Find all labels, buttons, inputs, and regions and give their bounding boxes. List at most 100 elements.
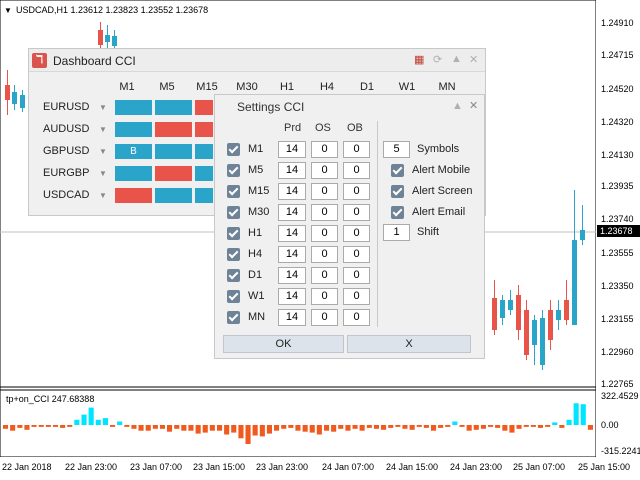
period-os-input[interactable]: 0 (311, 288, 338, 305)
symbol-label[interactable]: EURGBP (43, 167, 89, 179)
period-os-input[interactable]: 0 (311, 225, 338, 242)
signal-cell[interactable] (154, 143, 193, 160)
signal-cell[interactable] (154, 165, 193, 182)
period-ob-input[interactable]: 0 (343, 183, 370, 200)
cancel-button[interactable]: X (347, 335, 471, 353)
signal-cell[interactable] (154, 99, 193, 116)
header-ob: OB (347, 122, 363, 134)
period-prd-input[interactable]: 14 (278, 183, 306, 200)
candle-body (572, 240, 577, 325)
minimize-icon[interactable]: ▲ (451, 53, 462, 65)
cci-indicator-title: tp+on_CCI 247.68388 (6, 394, 95, 404)
cci-bar (302, 425, 308, 432)
cci-bar (209, 425, 215, 431)
period-ob-input[interactable]: 0 (343, 288, 370, 305)
cci-bar (452, 421, 458, 425)
chevron-down-icon[interactable]: ▼ (99, 125, 107, 134)
dashboard-header[interactable]: ℸ Dashboard CCI ▦ ⟳ ▲ ✕ (29, 49, 485, 72)
signal-cell[interactable] (194, 143, 214, 160)
time-tick-label: 25 Jan 15:00 (578, 462, 631, 472)
signal-cell[interactable] (194, 99, 214, 116)
period-ob-input[interactable]: 0 (343, 267, 370, 284)
shift-input[interactable]: 1 (383, 224, 410, 241)
alert-email-checkbox[interactable] (391, 206, 404, 219)
period-ob-input[interactable]: 0 (343, 225, 370, 242)
timeframe-checkbox[interactable] (227, 290, 240, 303)
period-os-input[interactable]: 0 (311, 183, 338, 200)
timeframe-label: W1 (248, 290, 265, 302)
chart-dropdown-icon[interactable]: ▼ (4, 6, 12, 15)
period-prd-input[interactable]: 14 (278, 204, 306, 221)
cci-bar (159, 425, 165, 429)
period-ob-input[interactable]: 0 (343, 204, 370, 221)
period-prd-input[interactable]: 14 (278, 141, 306, 158)
period-prd-input[interactable]: 14 (278, 162, 306, 179)
period-os-input[interactable]: 0 (311, 204, 338, 221)
signal-cell[interactable] (194, 165, 214, 182)
settings-close-icon[interactable]: ✕ (469, 99, 478, 112)
refresh-icon[interactable]: ⟳ (433, 53, 442, 66)
period-os-input[interactable]: 0 (311, 141, 338, 158)
signal-cell[interactable] (114, 165, 153, 182)
period-os-input[interactable]: 0 (311, 162, 338, 179)
cci-bar (530, 425, 536, 427)
period-prd-input[interactable]: 14 (278, 267, 306, 284)
candle-body (532, 320, 537, 345)
timeframe-checkbox[interactable] (227, 206, 240, 219)
chevron-down-icon[interactable]: ▼ (99, 147, 107, 156)
period-ob-input[interactable]: 0 (343, 309, 370, 326)
symbols-input[interactable]: 5 (383, 141, 410, 158)
cci-bar (495, 425, 501, 428)
cci-bar (431, 425, 437, 431)
period-os-input[interactable]: 0 (311, 309, 338, 326)
settings-panel[interactable]: Settings CCI ▲ ✕ Prd OS OB M1 14 0 0 M5 14 0 0 M… (214, 94, 485, 359)
cci-bar (188, 425, 194, 431)
period-ob-input[interactable]: 0 (343, 246, 370, 263)
timeframe-checkbox[interactable] (227, 248, 240, 261)
chevron-down-icon[interactable]: ▼ (99, 103, 107, 112)
timeframe-checkbox[interactable] (227, 185, 240, 198)
signal-cell[interactable] (114, 99, 153, 116)
period-prd-input[interactable]: 14 (278, 225, 306, 242)
period-ob-input[interactable]: 0 (343, 141, 370, 158)
signal-cell[interactable]: B (114, 143, 153, 160)
period-prd-input[interactable]: 14 (278, 288, 306, 305)
symbol-label[interactable]: AUDUSD (43, 123, 89, 135)
ok-button[interactable]: OK (223, 335, 344, 353)
timeframe-label: M5 (248, 164, 264, 176)
timeframe-checkbox[interactable] (227, 143, 240, 156)
cci-bar (10, 425, 16, 431)
cci-bar (566, 419, 572, 425)
timeframe-checkbox[interactable] (227, 164, 240, 177)
alert-mobile-checkbox[interactable] (391, 164, 404, 177)
timeframe-checkbox[interactable] (227, 311, 240, 324)
signal-cell[interactable] (194, 187, 214, 204)
grid-icon[interactable]: ▦ (414, 53, 424, 66)
cci-bar (17, 425, 23, 428)
symbol-label[interactable]: EURUSD (43, 101, 89, 113)
symbol-label[interactable]: USDCAD (43, 189, 89, 201)
settings-minimize-icon[interactable]: ▲ (452, 100, 463, 112)
settings-divider (377, 121, 378, 327)
signal-cell[interactable] (114, 187, 153, 204)
alert-screen-checkbox[interactable] (391, 185, 404, 198)
chevron-down-icon[interactable]: ▼ (99, 169, 107, 178)
timeframe-checkbox[interactable] (227, 227, 240, 240)
chevron-down-icon[interactable]: ▼ (99, 191, 107, 200)
close-icon[interactable]: ✕ (469, 53, 478, 66)
candle-body (492, 298, 497, 330)
signal-cell[interactable] (154, 121, 193, 138)
signal-cell[interactable] (154, 187, 193, 204)
period-prd-input[interactable]: 14 (278, 309, 306, 326)
signal-cell[interactable] (194, 121, 214, 138)
timeframe-checkbox[interactable] (227, 269, 240, 282)
period-ob-input[interactable]: 0 (343, 162, 370, 179)
candle-body (548, 310, 553, 340)
symbol-label[interactable]: GBPUSD (43, 145, 89, 157)
period-os-input[interactable]: 0 (311, 267, 338, 284)
cci-bar (259, 425, 265, 437)
signal-cell[interactable] (114, 121, 153, 138)
period-os-input[interactable]: 0 (311, 246, 338, 263)
time-tick-label: 23 Jan 23:00 (256, 462, 309, 472)
period-prd-input[interactable]: 14 (278, 246, 306, 263)
